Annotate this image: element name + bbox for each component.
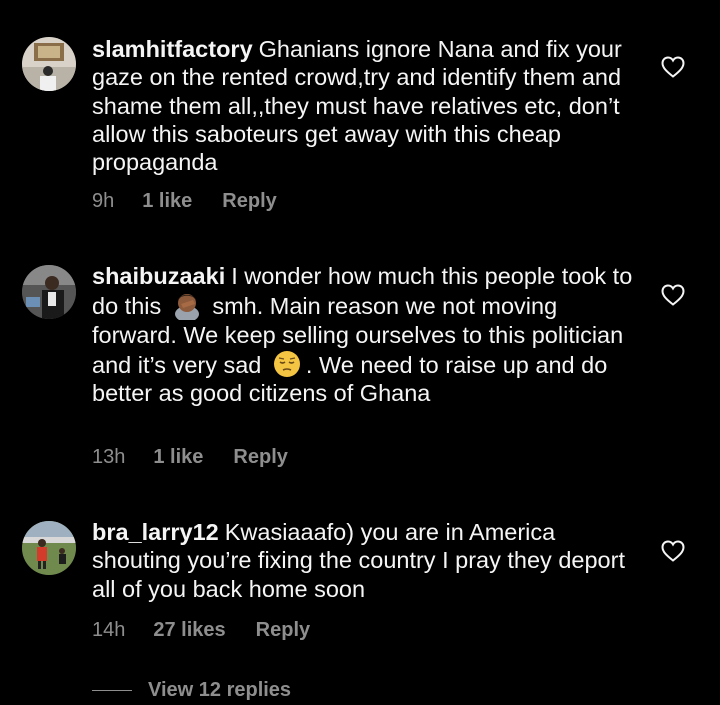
likes-count[interactable]: 27 likes (153, 619, 225, 642)
username[interactable]: slamhitfactory (92, 36, 253, 62)
comment-meta: 9h 1 like Reply (92, 190, 277, 213)
heart-icon[interactable] (661, 540, 685, 562)
likes-count[interactable]: 1 like (153, 446, 203, 469)
person-facepalming-emoji (172, 290, 202, 323)
username[interactable]: bra_larry12 (92, 519, 219, 545)
likes-count[interactable]: 1 like (142, 190, 192, 213)
avatar[interactable] (22, 265, 76, 319)
view-replies-label[interactable]: View 12 replies (148, 679, 291, 702)
comment-text: shaibuzaaki I wonder how much this people… (92, 262, 637, 407)
username[interactable]: shaibuzaaki (92, 263, 225, 289)
pensive-face-emoji (272, 349, 302, 379)
reply-button[interactable]: Reply (256, 619, 310, 642)
comment-text: slamhitfactory Ghanians ignore Nana and f… (92, 35, 637, 176)
reply-button[interactable]: Reply (222, 190, 276, 213)
comment-meta: 14h 27 likes Reply (92, 619, 310, 642)
comment-text: bra_larry12 Kwasiaaafo) you are in Americ… (92, 518, 637, 603)
timestamp: 14h (92, 619, 126, 641)
view-replies-button[interactable]: View 12 replies (92, 679, 291, 702)
avatar[interactable] (22, 521, 76, 575)
timestamp: 9h (92, 190, 115, 212)
heart-icon[interactable] (661, 56, 685, 78)
divider-line (92, 690, 132, 691)
comment-meta: 13h 1 like Reply (92, 446, 288, 469)
avatar[interactable] (22, 37, 76, 91)
heart-icon[interactable] (661, 284, 685, 306)
timestamp: 13h (92, 446, 126, 468)
reply-button[interactable]: Reply (233, 446, 287, 469)
